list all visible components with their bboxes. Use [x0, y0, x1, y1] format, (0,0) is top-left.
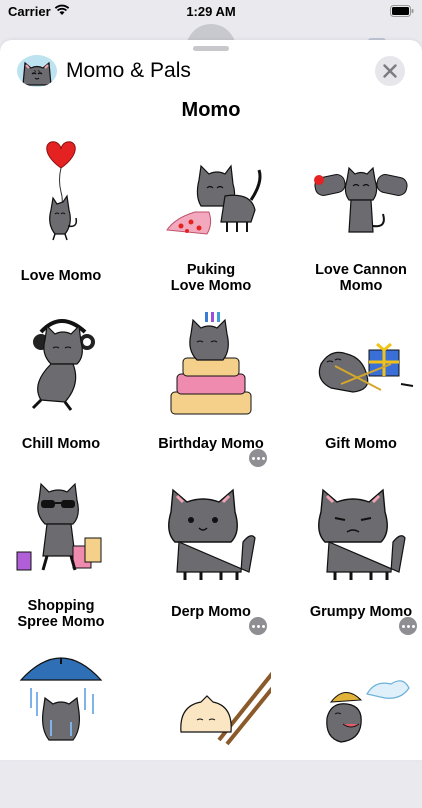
dumpling-momo-sticker	[180, 671, 271, 746]
battery-icon	[390, 5, 414, 17]
sticker-chill-momo[interactable]: Chill Momo	[0, 304, 131, 472]
sticker-label: Shopping Spree Momo	[0, 598, 131, 630]
rainy-momo-sticker	[19, 657, 103, 741]
label-line-1: Love Cannon	[315, 262, 407, 278]
sticker-birthday-momo[interactable]: Birthday Momo	[141, 304, 281, 472]
label-line-1: Shopping	[27, 598, 95, 614]
chill-momo-sticker	[31, 319, 95, 411]
status-bar: Carrier 1:29 AM	[0, 0, 422, 24]
close-icon	[383, 64, 397, 78]
sticker-label: Chill Momo	[21, 436, 101, 452]
birthday-momo-sticker	[170, 312, 252, 415]
derp-momo-sticker	[168, 488, 256, 580]
sticker-love-momo[interactable]: Love Momo	[0, 136, 131, 304]
close-button[interactable]	[375, 56, 405, 86]
love-momo-sticker	[46, 141, 78, 241]
more-options-button[interactable]	[249, 617, 267, 635]
app-title: Momo & Pals	[66, 59, 191, 82]
sticker-dumpling-momo[interactable]	[141, 640, 281, 808]
more-options-button[interactable]	[399, 617, 417, 635]
sticker-shopping-spree-momo[interactable]: Shopping Spree Momo	[0, 472, 131, 640]
sticker-label: Love Cannon Momo	[291, 262, 422, 294]
clock: 1:29 AM	[186, 4, 236, 19]
sticker-grumpy-momo[interactable]: Grumpy Momo	[291, 472, 422, 640]
momo-face-icon	[22, 61, 52, 86]
shopping-spree-momo-sticker	[16, 482, 102, 571]
sticker-gift-momo[interactable]: Gift Momo	[291, 304, 422, 472]
sticker-derp-momo[interactable]: Derp Momo	[141, 472, 281, 640]
sticker-puking-love-momo[interactable]: Puking Love Momo	[141, 136, 281, 304]
sticker-label: Puking Love Momo	[141, 262, 281, 294]
sheet-grabber[interactable]	[193, 46, 229, 51]
label-line-2: Spree Momo	[17, 614, 105, 630]
more-options-button[interactable]	[249, 449, 267, 467]
sticker-pack-sheet: Momo & Pals Momo Love Momo Puking Love Mo…	[0, 40, 422, 760]
label-line-2: Love Momo	[170, 278, 252, 294]
puking-love-momo-sticker	[166, 164, 262, 235]
sticker-label: Gift Momo	[325, 436, 397, 452]
section-title: Momo	[181, 99, 241, 121]
sticker-rainy-momo[interactable]	[0, 640, 131, 808]
sticker-explorer-momo[interactable]	[291, 640, 422, 808]
label-line-1: Puking	[186, 262, 236, 278]
grumpy-momo-sticker	[318, 488, 406, 580]
label-line-2: Momo	[339, 278, 383, 294]
explorer-momo-sticker	[326, 680, 410, 743]
sticker-label: Love Momo	[20, 268, 102, 284]
love-cannon-momo-sticker	[314, 166, 408, 233]
app-icon	[17, 55, 57, 87]
sticker-love-cannon-momo[interactable]: Love Cannon Momo	[291, 136, 422, 304]
gift-momo-sticker	[318, 342, 414, 393]
